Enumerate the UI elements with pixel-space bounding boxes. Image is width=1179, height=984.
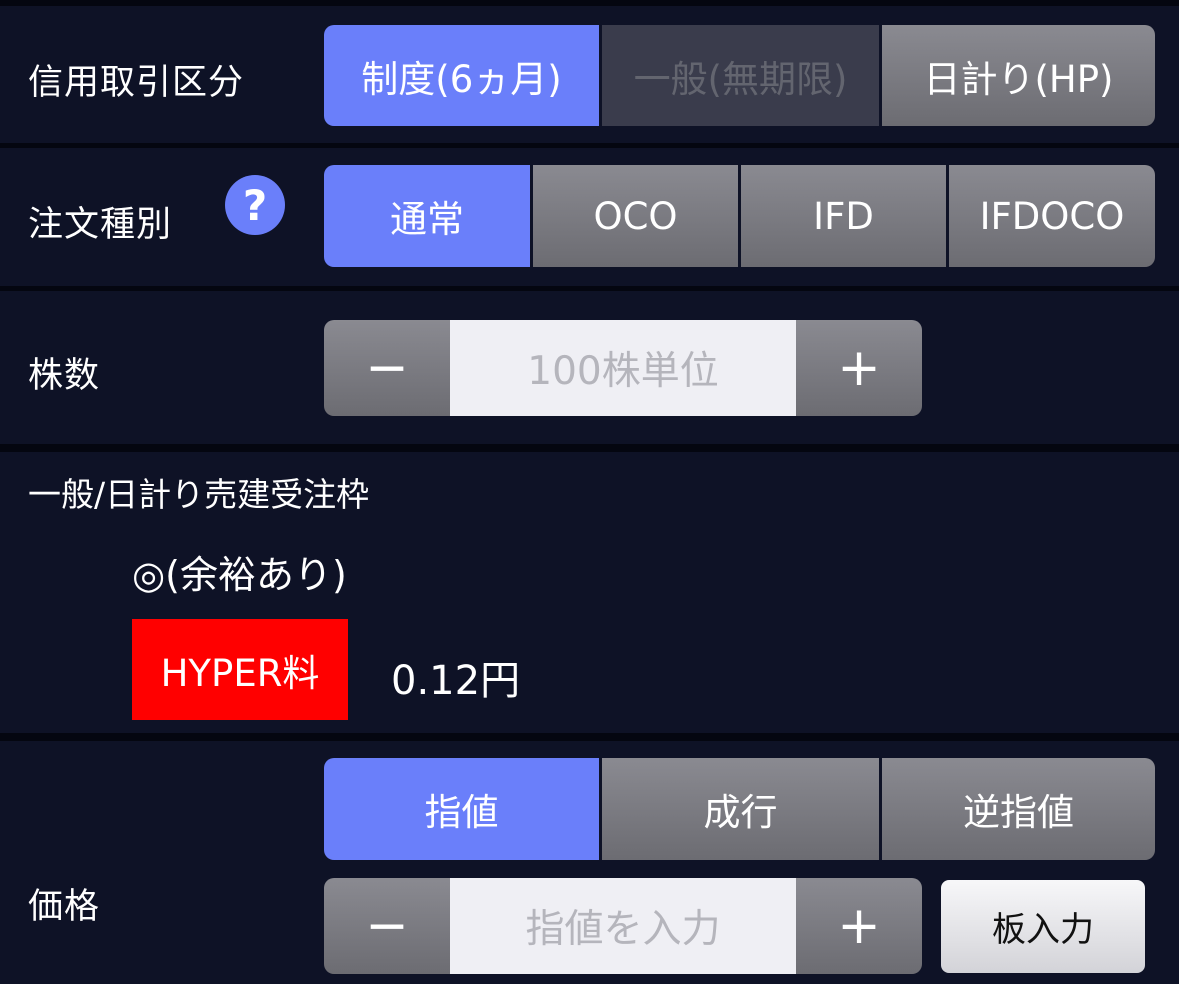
credit-type-row: 信用取引区分 制度(6ヵ月) 一般(無期限) 日計り(HP) — [0, 6, 1179, 143]
shares-stepper: − 100株単位 + — [324, 320, 922, 416]
credit-type-segmented-control: 制度(6ヵ月) 一般(無期限) 日計り(HP) — [324, 25, 1155, 126]
order-type-row: 注文種別 ? 通常 OCO IFD IFDOCO — [0, 148, 1179, 286]
shares-input[interactable]: 100株単位 — [450, 320, 796, 416]
shares-minus-button[interactable]: − — [324, 320, 450, 416]
credit-type-cell: 制度(6ヵ月) 一般(無期限) 日計り(HP) — [300, 6, 1179, 143]
price-market-button[interactable]: 成行 — [599, 758, 879, 860]
order-type-label: 注文種別 — [28, 205, 173, 245]
order-type-oco-button[interactable]: OCO — [530, 165, 738, 267]
order-type-ifdoco-button[interactable]: IFDOCO — [946, 165, 1155, 267]
credit-type-seido-button[interactable]: 制度(6ヵ月) — [324, 25, 599, 126]
board-input-button[interactable]: 板入力 — [941, 880, 1145, 973]
hyper-badge-label: HYPER料 — [160, 651, 320, 695]
order-type-normal-button[interactable]: 通常 — [324, 165, 530, 267]
order-type-ifd-button[interactable]: IFD — [738, 165, 946, 267]
price-label-cell: 価格 — [0, 741, 297, 984]
quota-status: ◎(余裕あり) — [132, 553, 347, 597]
credit-type-label-cell: 信用取引区分 — [0, 6, 297, 143]
price-input[interactable]: 指値を入力 — [450, 878, 796, 974]
price-label: 価格 — [28, 887, 101, 927]
price-type-segmented-control: 指値 成行 逆指値 — [324, 758, 1155, 860]
order-type-segmented-control: 通常 OCO IFD IFDOCO — [324, 165, 1155, 267]
shares-cell: − 100株単位 + — [300, 291, 1179, 444]
order-type-cell: 通常 OCO IFD IFDOCO — [300, 148, 1179, 286]
credit-type-ippan-button[interactable]: 一般(無期限) — [599, 25, 879, 126]
hyper-badge: HYPER料 — [132, 619, 348, 720]
hyper-fee-value: 0.12円 — [391, 658, 521, 704]
price-limit-button[interactable]: 指値 — [324, 758, 599, 860]
quota-title: 一般/日計り売建受注枠 — [28, 475, 370, 514]
order-type-label-cell: 注文種別 ? — [0, 148, 297, 286]
shares-label: 株数 — [28, 356, 101, 396]
credit-type-label: 信用取引区分 — [28, 63, 245, 103]
price-plus-button[interactable]: + — [796, 878, 922, 974]
shares-plus-button[interactable]: + — [796, 320, 922, 416]
quota-row: 一般/日計り売建受注枠 ◎(余裕あり) HYPER料 0.12円 — [0, 452, 1179, 733]
price-minus-button[interactable]: − — [324, 878, 450, 974]
credit-type-higakari-button[interactable]: 日計り(HP) — [879, 25, 1155, 126]
price-stop-button[interactable]: 逆指値 — [879, 758, 1155, 860]
help-icon[interactable]: ? — [225, 175, 285, 235]
price-stepper: − 指値を入力 + — [324, 878, 922, 974]
shares-label-cell: 株数 — [0, 291, 297, 444]
shares-row: 株数 − 100株単位 + — [0, 291, 1179, 444]
